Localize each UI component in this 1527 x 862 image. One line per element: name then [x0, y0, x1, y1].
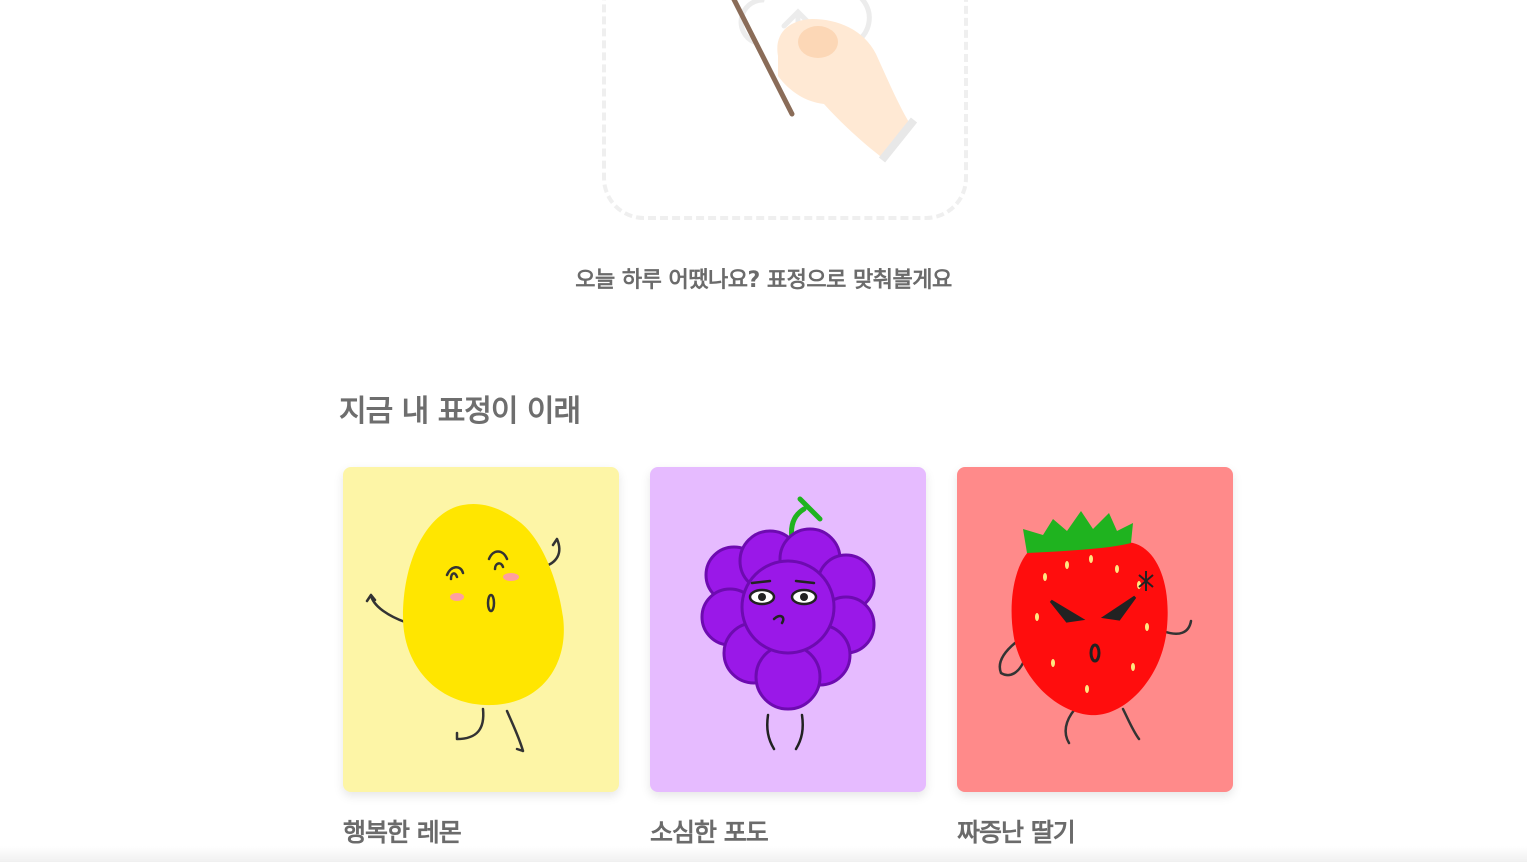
- mood-card-lemon[interactable]: 행복한 레몬: [343, 467, 619, 847]
- mood-card-label: 소심한 포도: [650, 818, 769, 847]
- strawberry-illustration: [957, 467, 1233, 792]
- mood-card-label: 행복한 레몬: [343, 818, 462, 847]
- mood-card-label: 짜증난 딸기: [957, 818, 1076, 847]
- mood-card-strawberry[interactable]: 짜증난 딸기: [957, 467, 1233, 847]
- mood-card-grape[interactable]: 소심한 포도: [650, 467, 926, 847]
- hand-pointer-illustration: [731, 0, 918, 163]
- grape-illustration: [650, 467, 926, 792]
- lemon-illustration: [343, 467, 619, 792]
- section-title: 지금 내 표정이 이래: [339, 394, 581, 429]
- image-upload-area[interactable]: [602, 0, 968, 220]
- mood-prompt-text: 오늘 하루 어땠나요? 표정으로 맞춰볼게요: [575, 268, 952, 293]
- bottom-shadow: [0, 846, 1527, 862]
